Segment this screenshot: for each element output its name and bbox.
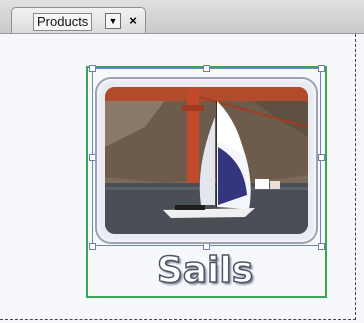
- tab-label[interactable]: Products: [33, 13, 93, 31]
- sailboat-image-frame[interactable]: [97, 79, 316, 242]
- tab-products[interactable]: Products ▼ ×: [11, 7, 146, 33]
- resize-handle-top-left[interactable]: [89, 65, 96, 72]
- resize-handle-top-right[interactable]: [318, 65, 325, 72]
- resize-handle-top[interactable]: [203, 65, 210, 72]
- caption-text[interactable]: Sails: [150, 249, 260, 293]
- resize-handle-right[interactable]: [318, 154, 325, 161]
- sailboat-photo-art: [105, 87, 308, 234]
- tab-menu-dropdown-icon[interactable]: ▼: [105, 13, 121, 29]
- design-canvas[interactable]: Sails: [0, 34, 364, 323]
- tab-close-icon[interactable]: ×: [126, 12, 140, 30]
- panel-tab-bar: Products ▼ ×: [0, 0, 364, 34]
- resize-handle-bottom-left[interactable]: [89, 243, 96, 250]
- resize-handle-bottom-right[interactable]: [318, 243, 325, 250]
- resize-handle-left[interactable]: [89, 154, 96, 161]
- sailboat-photo: [105, 87, 308, 234]
